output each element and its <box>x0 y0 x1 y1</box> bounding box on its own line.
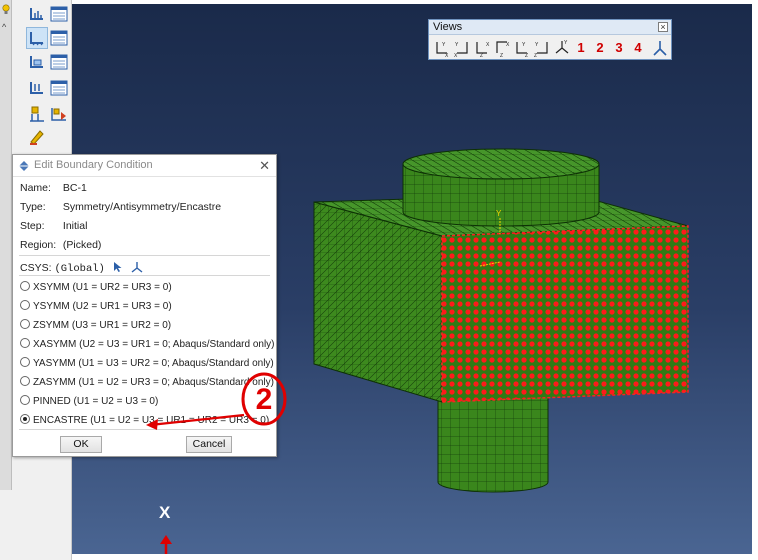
divider <box>19 429 270 430</box>
name-row: Name: BC-1 <box>20 182 87 194</box>
views-button-row: YX YX XZ XZ YZ YZ Y 1 2 3 4 <box>431 38 669 58</box>
edit-boundary-condition-dialog[interactable]: Edit Boundary Condition ✕ Name: BC-1 Typ… <box>12 154 277 457</box>
radio-button-icon[interactable] <box>20 395 30 405</box>
svg-text:Y: Y <box>522 42 526 48</box>
bc-option-label: ENCASTRE (U1 = U2 = U3 = UR1 = UR2 = UR3… <box>33 415 270 426</box>
edit-attribute-icon[interactable] <box>27 126 47 146</box>
svg-text:Z: Z <box>534 53 537 58</box>
radio-button-icon[interactable] <box>20 319 30 329</box>
bc-manager-icon[interactable] <box>49 28 69 48</box>
svg-text:X: X <box>454 53 458 58</box>
create-csys-triad-icon[interactable] <box>131 261 143 273</box>
bc-option-label: PINNED (U1 = U2 = U3 = 0) <box>33 396 159 407</box>
bc-option-label: XASYMM (U2 = U3 = UR1 = 0; Abaqus/Standa… <box>33 339 275 350</box>
view-triad-icon[interactable] <box>651 38 669 58</box>
iso-view-icon[interactable]: Y <box>553 38 571 58</box>
saved-view-2-button[interactable]: 2 <box>593 40 607 56</box>
type-value: Symmetry/Antisymmetry/Encastre <box>62 201 222 213</box>
step-label: Step: <box>20 220 45 232</box>
saved-view-3-button[interactable]: 3 <box>612 40 626 56</box>
bc-option-radio[interactable]: ZASYMM (U1 = U2 = UR3 = 0; Abaqus/Standa… <box>20 376 274 390</box>
radio-button-icon[interactable] <box>20 300 30 310</box>
right-view-icon[interactable]: YZ <box>533 38 551 58</box>
radio-button-icon[interactable] <box>20 414 30 424</box>
bc-option-label: ZSYMM (U3 = UR1 = UR2 = 0) <box>33 320 172 331</box>
toolbox-edge: ^ <box>0 0 12 490</box>
step-row: Step: Initial <box>20 220 87 232</box>
svg-text:Y: Y <box>496 209 502 218</box>
radio-button-icon[interactable] <box>20 357 30 367</box>
radio-button-icon[interactable] <box>20 281 30 291</box>
select-csys-arrow-icon[interactable] <box>112 261 124 273</box>
bc-option-radio[interactable]: PINNED (U1 = U2 = U3 = 0) <box>20 395 158 409</box>
svg-text:Z: Z <box>500 53 503 58</box>
top-view-icon[interactable]: XZ <box>473 38 491 58</box>
divider <box>19 255 270 256</box>
ok-button[interactable]: OK <box>60 436 102 453</box>
dialog-close-button[interactable]: ✕ <box>259 158 270 174</box>
svg-text:X: X <box>506 42 510 48</box>
svg-text:Y: Y <box>442 42 446 48</box>
type-row: Type: Symmetry/Antisymmetry/Encastre <box>20 201 221 213</box>
svg-text:X: X <box>445 53 449 58</box>
csys-row: CSYS: (Global) <box>20 261 143 275</box>
cancel-button[interactable]: Cancel <box>186 436 232 453</box>
collapse-arrow-icon[interactable]: ^ <box>2 22 10 32</box>
amplitude-icon[interactable] <box>27 104 47 124</box>
bottom-view-icon[interactable]: XZ <box>493 38 511 58</box>
svg-text:Y: Y <box>564 40 568 46</box>
create-predefined-field-icon[interactable] <box>27 52 47 72</box>
create-boundary-condition-icon[interactable] <box>26 27 48 49</box>
bc-option-label: YASYMM (U1 = U3 = UR2 = 0; Abaqus/Standa… <box>33 358 274 369</box>
saved-view-4-button[interactable]: 4 <box>631 40 645 56</box>
load-manager-icon[interactable] <box>49 4 69 24</box>
csys-value: (Global) <box>54 263 105 275</box>
bc-option-label: XSYMM (U1 = UR2 = UR3 = 0) <box>33 282 172 293</box>
saved-view-1-button[interactable]: 1 <box>574 40 588 56</box>
hint-lamp-icon[interactable] <box>1 4 11 16</box>
radio-button-icon[interactable] <box>20 376 30 386</box>
svg-text:Y: Y <box>455 42 459 48</box>
region-row: Region: (Picked) <box>20 239 101 251</box>
amplitude-manager-icon[interactable] <box>49 104 69 124</box>
bc-option-label: YSYMM (U2 = UR1 = UR3 = 0) <box>33 301 172 312</box>
divider <box>19 275 270 276</box>
create-load-case-icon[interactable] <box>27 78 47 98</box>
front-view-icon[interactable]: YX <box>433 38 451 58</box>
bc-option-label: ZASYMM (U1 = U2 = UR3 = 0; Abaqus/Standa… <box>33 377 274 388</box>
left-view-icon[interactable]: YZ <box>513 38 531 58</box>
views-toolbar[interactable]: Views × YX YX XZ XZ YZ YZ Y 1 2 3 4 <box>428 19 672 60</box>
bc-option-radio[interactable]: XSYMM (U1 = UR2 = UR3 = 0) <box>20 281 172 295</box>
views-close-button[interactable]: × <box>658 22 668 32</box>
bc-option-radio[interactable]: ENCASTRE (U1 = U2 = U3 = UR1 = UR2 = UR3… <box>20 414 269 428</box>
views-title-text: Views <box>433 21 463 33</box>
load-case-manager-icon[interactable] <box>49 78 69 98</box>
svg-text:Y: Y <box>535 42 539 48</box>
dialog-title: Edit Boundary Condition <box>34 159 153 171</box>
create-load-icon[interactable] <box>27 4 47 24</box>
bc-option-radio[interactable]: YASYMM (U1 = U3 = UR2 = 0; Abaqus/Standa… <box>20 357 274 371</box>
region-label: Region: <box>20 239 57 251</box>
back-view-icon[interactable]: YX <box>453 38 471 58</box>
bc-option-radio[interactable]: ZSYMM (U3 = UR1 = UR2 = 0) <box>20 319 171 333</box>
name-label: Name: <box>20 182 51 194</box>
svg-text:Z: Z <box>480 53 483 58</box>
region-value: (Picked) <box>62 239 102 251</box>
radio-button-icon[interactable] <box>20 338 30 348</box>
field-manager-icon[interactable] <box>49 52 69 72</box>
type-label: Type: <box>20 201 46 213</box>
svg-text:Z: Z <box>525 53 528 58</box>
bc-option-radio[interactable]: YSYMM (U2 = UR1 = UR3 = 0) <box>20 300 172 314</box>
step-value: Initial <box>62 220 88 232</box>
abaqus-app-icon <box>19 161 29 171</box>
name-value: BC-1 <box>62 182 87 194</box>
bc-option-radio[interactable]: XASYMM (U2 = U3 = UR1 = 0; Abaqus/Standa… <box>20 338 275 352</box>
views-title: Views × <box>429 20 671 35</box>
csys-label: CSYS: <box>20 262 52 274</box>
svg-text:X: X <box>486 42 490 48</box>
dialog-titlebar[interactable]: Edit Boundary Condition ✕ <box>13 155 276 177</box>
